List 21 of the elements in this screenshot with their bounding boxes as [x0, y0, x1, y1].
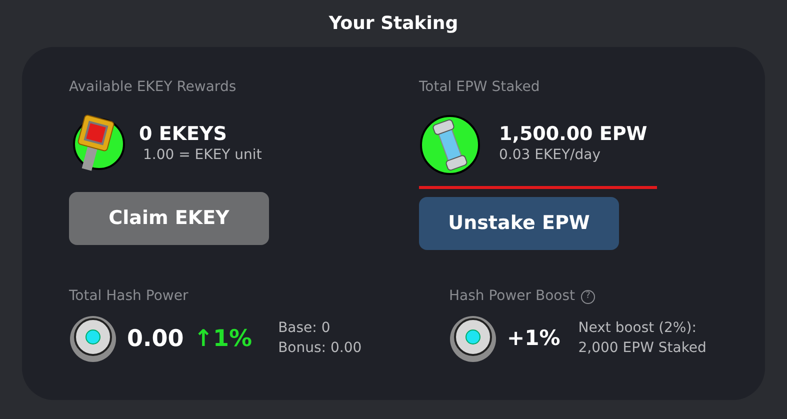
hash-power-value: 0.00: [127, 324, 184, 354]
hash-power-label: Total Hash Power: [69, 287, 190, 306]
fan-icon: [449, 315, 497, 363]
rewards-label: Available EKEY Rewards: [69, 78, 238, 97]
capsule-icon: [419, 114, 481, 176]
rewards-amount: 0 EKEYS: [139, 124, 228, 145]
help-icon[interactable]: ?: [581, 290, 596, 304]
boost-requirement: 2,000 EPW Staked: [578, 339, 706, 358]
boost-label: Hash Power Boost: [449, 287, 576, 306]
next-boost-label: Next boost (2%):: [578, 319, 698, 338]
hash-power-change: ↑1%: [194, 324, 252, 354]
rewards-rate: 1.00 = EKEY unit: [143, 146, 262, 165]
boost-value: +1%: [507, 325, 560, 352]
staked-label: Total EPW Staked: [419, 78, 541, 97]
bonus-value: Bonus: 0.00: [278, 339, 362, 358]
staked-amount: 1,500.00 EPW: [499, 124, 648, 145]
earning-rate: 0.03 EKEY/day: [499, 146, 602, 165]
fan-icon: [69, 315, 117, 363]
unstake-button[interactable]: Unstake EPW: [419, 197, 619, 250]
base-value: Base: 0: [278, 319, 332, 338]
section-title: Your Staking: [328, 12, 460, 36]
